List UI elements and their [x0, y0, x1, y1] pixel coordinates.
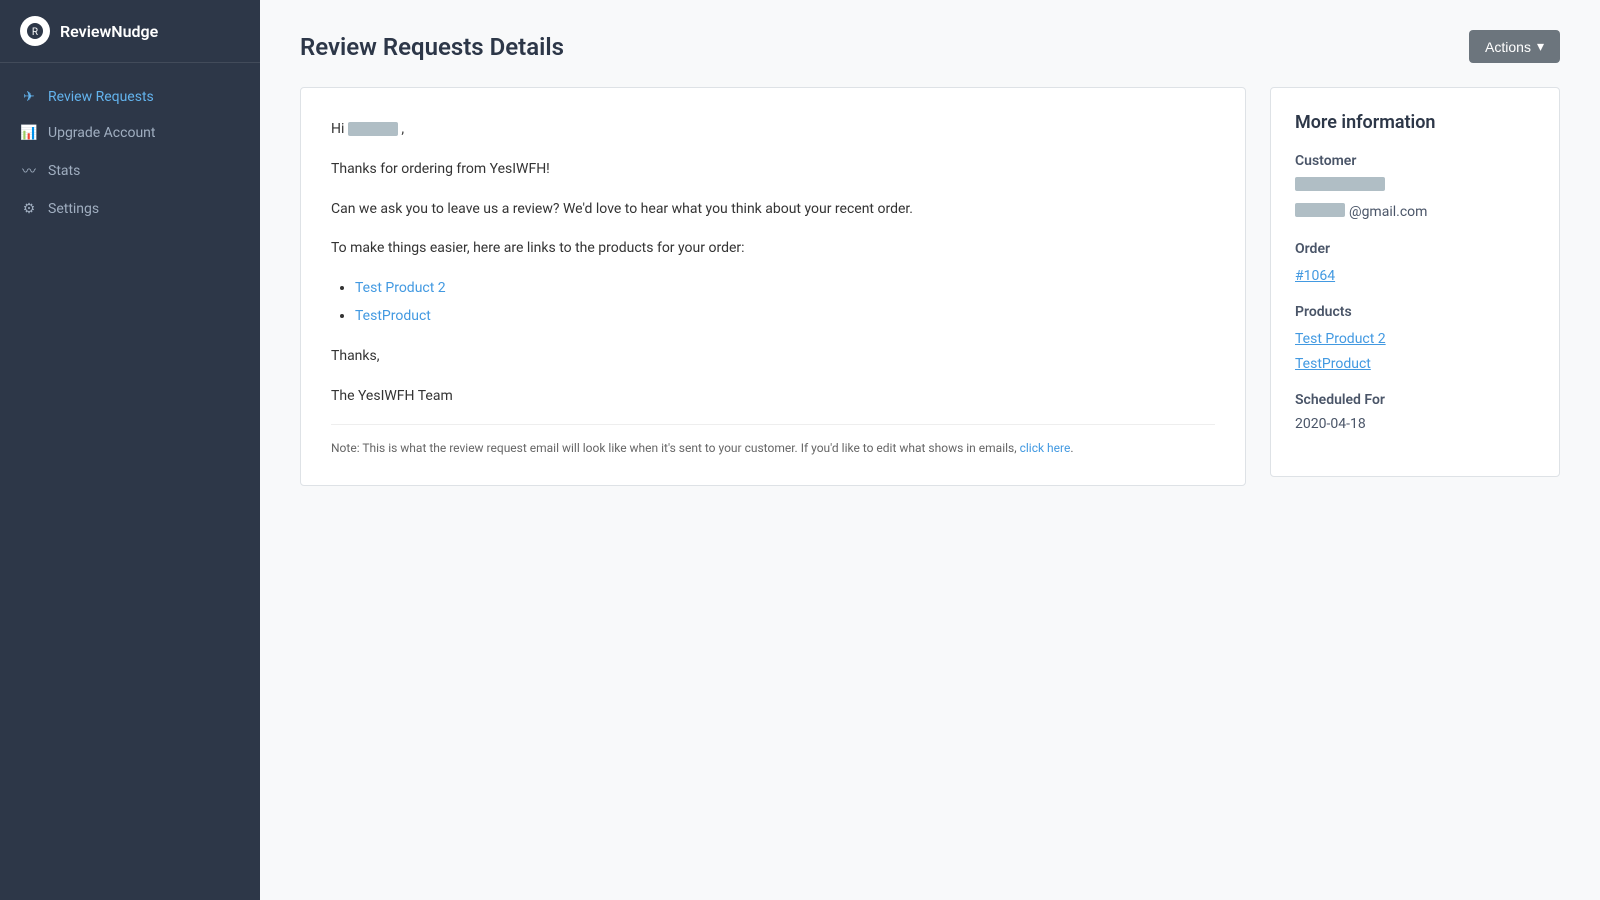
sidebar-item-review-requests[interactable]: ✈ Review Requests: [0, 79, 260, 115]
customer-name-redacted: [1295, 177, 1385, 191]
email-product-link-2[interactable]: TestProduct: [355, 308, 431, 324]
email-paragraph2: Can we ask you to leave us a review? We'…: [331, 198, 1215, 222]
sidebar-nav: ✈ Review Requests 📊 Upgrade Account 〰 St…: [0, 63, 260, 243]
info-product-link-1[interactable]: Test Product 2: [1295, 331, 1386, 347]
note-click-here-link[interactable]: click here: [1020, 441, 1071, 455]
order-label: Order: [1295, 241, 1535, 257]
settings-icon: ⚙: [20, 201, 38, 217]
chevron-down-icon: ▾: [1537, 38, 1544, 55]
sidebar-header: R ReviewNudge: [0, 0, 260, 63]
list-item: TestProduct: [355, 305, 1215, 329]
info-card: More information Customer @gmail.com Ord…: [1270, 87, 1560, 477]
logo-icon: R: [20, 16, 50, 46]
scheduled-label: Scheduled For: [1295, 392, 1535, 408]
stats-icon: 〰: [20, 161, 38, 181]
email-thanks: Thanks,: [331, 345, 1215, 369]
email-paragraph3: To make things easier, here are links to…: [331, 237, 1215, 261]
sidebar-item-stats[interactable]: 〰 Stats: [0, 151, 260, 191]
order-number-link[interactable]: #1064: [1295, 268, 1335, 284]
review-requests-icon: ✈: [20, 89, 38, 105]
info-product-1: Test Product 2: [1295, 328, 1535, 347]
info-product-link-2[interactable]: TestProduct: [1295, 356, 1371, 372]
email-signature: The YesIWFH Team: [331, 385, 1215, 409]
info-card-title: More information: [1295, 112, 1535, 133]
sidebar-item-label: Upgrade Account: [48, 125, 155, 141]
svg-text:R: R: [32, 27, 38, 38]
actions-button[interactable]: Actions ▾: [1469, 30, 1560, 63]
sidebar-item-label: Review Requests: [48, 89, 154, 105]
products-label: Products: [1295, 304, 1535, 320]
products-section: Products Test Product 2 TestProduct: [1295, 304, 1535, 372]
customer-label: Customer: [1295, 153, 1535, 169]
page-header: Review Requests Details Actions ▾: [300, 30, 1560, 63]
sidebar-item-label: Stats: [48, 163, 80, 179]
main-content: Review Requests Details Actions ▾ Hi , T…: [260, 0, 1600, 900]
email-preview-card: Hi , Thanks for ordering from YesIWFH! C…: [300, 87, 1246, 486]
email-paragraph1: Thanks for ordering from YesIWFH!: [331, 158, 1215, 182]
email-greeting: Hi ,: [331, 118, 1215, 142]
sidebar: R ReviewNudge ✈ Review Requests 📊 Upgrad…: [0, 0, 260, 900]
scheduled-date: 2020-04-18: [1295, 416, 1535, 432]
email-product-link-1[interactable]: Test Product 2: [355, 280, 446, 296]
customer-section: Customer @gmail.com: [1295, 153, 1535, 221]
info-product-2: TestProduct: [1295, 353, 1535, 372]
email-product-list: Test Product 2 TestProduct: [355, 277, 1215, 329]
order-section: Order #1064: [1295, 241, 1535, 284]
scheduled-section: Scheduled For 2020-04-18: [1295, 392, 1535, 432]
sidebar-item-settings[interactable]: ⚙ Settings: [0, 191, 260, 227]
upgrade-icon: 📊: [20, 125, 38, 141]
sidebar-item-label: Settings: [48, 201, 99, 217]
email-prefix-redacted: [1295, 203, 1345, 217]
list-item: Test Product 2: [355, 277, 1215, 301]
app-name: ReviewNudge: [60, 22, 158, 41]
customer-email: @gmail.com: [1295, 203, 1535, 221]
customer-name-redacted: [348, 122, 398, 136]
page-title: Review Requests Details: [300, 33, 564, 61]
email-body: Hi , Thanks for ordering from YesIWFH! C…: [331, 118, 1215, 408]
email-note: Note: This is what the review request em…: [331, 424, 1215, 455]
sidebar-item-upgrade-account[interactable]: 📊 Upgrade Account: [0, 115, 260, 151]
content-area: Hi , Thanks for ordering from YesIWFH! C…: [300, 87, 1560, 486]
